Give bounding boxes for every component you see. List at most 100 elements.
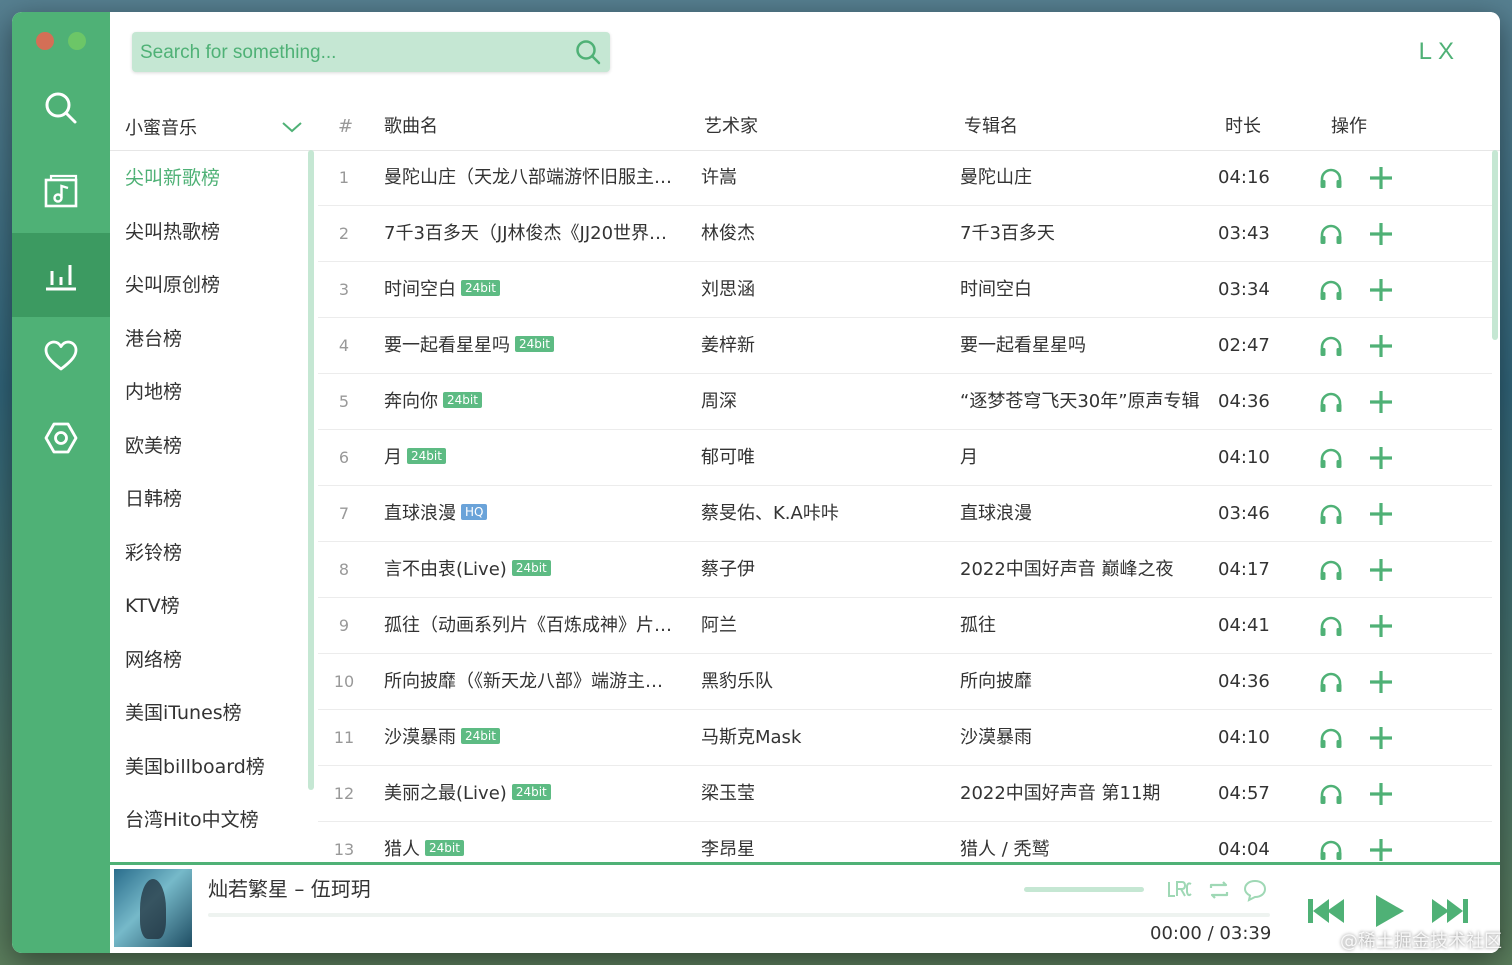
board-item[interactable]: KTV榜 bbox=[110, 580, 315, 634]
add-icon[interactable] bbox=[1368, 389, 1394, 415]
headphones-icon[interactable] bbox=[1318, 837, 1344, 863]
song-name-cell: 言不由衷(Live) 24bit bbox=[384, 542, 684, 597]
headphones-icon[interactable] bbox=[1318, 501, 1344, 527]
song-duration: 03:34 bbox=[1218, 279, 1270, 300]
source-select[interactable]: 小蜜音乐 bbox=[125, 104, 303, 150]
nav-search[interactable] bbox=[12, 66, 110, 150]
board-item[interactable]: 内地榜 bbox=[110, 366, 315, 420]
nav-song-list[interactable] bbox=[12, 150, 110, 234]
song-row[interactable]: 13 猎人 24bit 李昂星 猎人 / 秃鹫 04:04 bbox=[318, 822, 1492, 863]
headphones-icon[interactable] bbox=[1318, 781, 1344, 807]
song-artist: 李昂星 bbox=[701, 839, 755, 860]
song-actions bbox=[1318, 374, 1418, 429]
board-item[interactable]: 美国billboard榜 bbox=[110, 741, 315, 795]
song-row[interactable]: 5 奔向你 24bit 周深 “逐梦苍穹飞天30年”原声专辑 04:36 bbox=[318, 374, 1492, 430]
board-item[interactable]: 台湾Hito中文榜 bbox=[110, 794, 315, 848]
song-name-cell: 孤往（动画系列片《百炼成神》片… bbox=[384, 598, 684, 653]
song-name: 直球浪漫 bbox=[384, 503, 456, 524]
song-row[interactable]: 11 沙漠暴雨 24bit 马斯克Mask 沙漠暴雨 04:10 bbox=[318, 710, 1492, 766]
song-row[interactable]: 6 月 24bit 郁可唯 月 04:10 bbox=[318, 430, 1492, 486]
column-header-artist: 艺术家 bbox=[704, 116, 758, 137]
add-icon[interactable] bbox=[1368, 445, 1394, 471]
comment-icon[interactable] bbox=[1242, 877, 1268, 903]
song-table: 1 曼陀山庄（天龙八部端游怀旧服主… 许嵩 曼陀山庄 04:16 2 7千3百多… bbox=[318, 150, 1492, 863]
headphones-icon[interactable] bbox=[1318, 557, 1344, 583]
song-row[interactable]: 12 美丽之最(Live) 24bit 梁玉莹 2022中国好声音 第11期 04… bbox=[318, 766, 1492, 822]
repeat-icon[interactable] bbox=[1206, 877, 1232, 903]
headphones-icon[interactable] bbox=[1318, 445, 1344, 471]
song-row[interactable]: 8 言不由衷(Live) 24bit 蔡子伊 2022中国好声音 巅峰之夜 04:… bbox=[318, 542, 1492, 598]
add-icon[interactable] bbox=[1368, 221, 1394, 247]
song-album: 要一起看星星吗 bbox=[960, 335, 1086, 356]
window-controls bbox=[36, 32, 86, 50]
song-row[interactable]: 3 时间空白 24bit 刘思涵 时间空白 03:34 bbox=[318, 262, 1492, 318]
song-number: 6 bbox=[338, 448, 350, 467]
song-row[interactable]: 1 曼陀山庄（天龙八部端游怀旧服主… 许嵩 曼陀山庄 04:16 bbox=[318, 150, 1492, 206]
add-icon[interactable] bbox=[1368, 333, 1394, 359]
lyrics-icon[interactable] bbox=[1166, 877, 1192, 903]
headphones-icon[interactable] bbox=[1318, 389, 1344, 415]
song-row[interactable]: 9 孤往（动画系列片《百炼成神》片… 阿兰 孤往 04:41 bbox=[318, 598, 1492, 654]
board-item[interactable]: 美国iTunes榜 bbox=[110, 687, 315, 741]
board-item[interactable]: 网络榜 bbox=[110, 634, 315, 688]
song-album: 猎人 / 秃鹫 bbox=[960, 839, 1050, 860]
board-item[interactable]: 彩铃榜 bbox=[110, 527, 315, 581]
board-item[interactable]: 港台榜 bbox=[110, 313, 315, 367]
add-icon[interactable] bbox=[1368, 837, 1394, 863]
quality-tag: 24bit bbox=[443, 392, 482, 408]
song-duration: 04:04 bbox=[1218, 839, 1270, 860]
song-name: 美丽之最(Live) bbox=[384, 783, 507, 804]
song-number: 9 bbox=[338, 616, 350, 635]
song-album: 孤往 bbox=[960, 615, 996, 636]
song-album: 沙漠暴雨 bbox=[960, 727, 1032, 748]
song-actions bbox=[1318, 710, 1418, 765]
quality-tag: 24bit bbox=[425, 840, 464, 856]
add-icon[interactable] bbox=[1368, 277, 1394, 303]
maximize-window-button[interactable] bbox=[68, 32, 86, 50]
song-row[interactable]: 4 要一起看星星吗 24bit 姜梓新 要一起看星星吗 02:47 bbox=[318, 318, 1492, 374]
headphones-icon[interactable] bbox=[1318, 277, 1344, 303]
add-icon[interactable] bbox=[1368, 781, 1394, 807]
volume-slider[interactable] bbox=[1024, 887, 1144, 892]
song-actions bbox=[1318, 766, 1418, 821]
song-number: 10 bbox=[333, 672, 355, 691]
board-item[interactable]: 尖叫原创榜 bbox=[110, 259, 315, 313]
board-item[interactable]: 尖叫新歌榜 bbox=[110, 152, 315, 206]
headphones-icon[interactable] bbox=[1318, 165, 1344, 191]
close-window-button[interactable] bbox=[36, 32, 54, 50]
song-row[interactable]: 2 7千3百多天（JJ林俊杰《JJ20世界… 林俊杰 7千3百多天 03:43 bbox=[318, 206, 1492, 262]
headphones-icon[interactable] bbox=[1318, 725, 1344, 751]
song-row[interactable]: 7 直球浪漫 HQ 蔡旻佑、K.A咔咔 直球浪漫 03:46 bbox=[318, 486, 1492, 542]
progress-bar[interactable] bbox=[208, 913, 1270, 917]
board-list: 尖叫新歌榜 尖叫热歌榜 尖叫原创榜 港台榜 内地榜 欧美榜 日韩榜 彩铃榜 KT… bbox=[110, 152, 315, 863]
board-item[interactable]: 尖叫热歌榜 bbox=[110, 206, 315, 260]
player-bar: 灿若繁星 – 伍珂玥 00:00 / 03:39 bbox=[110, 862, 1500, 953]
music-file-icon bbox=[44, 174, 78, 208]
main-panel: LX 小蜜音乐 # 歌曲名 艺术家 专辑名 时长 操作 尖叫新歌榜 尖叫热歌榜 … bbox=[110, 12, 1500, 953]
headphones-icon[interactable] bbox=[1318, 669, 1344, 695]
board-item[interactable]: 日韩榜 bbox=[110, 473, 315, 527]
headphones-icon[interactable] bbox=[1318, 613, 1344, 639]
add-icon[interactable] bbox=[1368, 613, 1394, 639]
song-row[interactable]: 10 所向披靡（《新天龙八部》端游主… 黑豹乐队 所向披靡 04:36 bbox=[318, 654, 1492, 710]
add-icon[interactable] bbox=[1368, 165, 1394, 191]
song-name: 猎人 bbox=[384, 839, 420, 860]
nav-leaderboard[interactable] bbox=[12, 233, 110, 317]
headphones-icon[interactable] bbox=[1318, 333, 1344, 359]
add-icon[interactable] bbox=[1368, 725, 1394, 751]
board-item[interactable]: 欧美榜 bbox=[110, 420, 315, 474]
add-icon[interactable] bbox=[1368, 669, 1394, 695]
nav-settings[interactable] bbox=[12, 396, 110, 480]
add-icon[interactable] bbox=[1368, 557, 1394, 583]
nav-favorites[interactable] bbox=[12, 314, 110, 398]
song-table-scrollbar[interactable] bbox=[1492, 150, 1498, 340]
song-album: “逐梦苍穹飞天30年”原声专辑 bbox=[960, 391, 1200, 412]
song-duration: 04:41 bbox=[1218, 615, 1270, 636]
headphones-icon[interactable] bbox=[1318, 221, 1344, 247]
album-cover[interactable] bbox=[114, 869, 192, 947]
song-duration: 03:43 bbox=[1218, 223, 1270, 244]
board-list-scrollbar[interactable] bbox=[308, 150, 314, 790]
search-button-icon[interactable] bbox=[574, 38, 602, 66]
search-input[interactable] bbox=[132, 32, 562, 74]
add-icon[interactable] bbox=[1368, 501, 1394, 527]
